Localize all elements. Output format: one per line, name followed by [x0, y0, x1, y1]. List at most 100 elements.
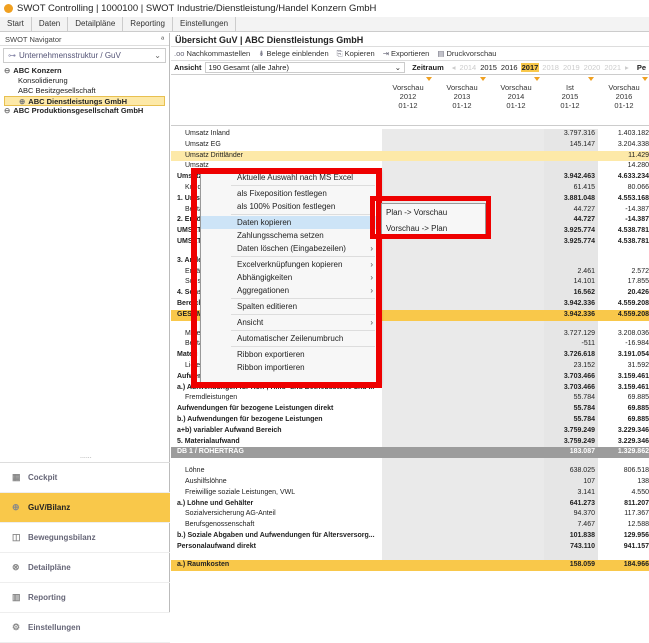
cell-empty[interactable]	[382, 139, 436, 151]
toolbar-button-0[interactable]: .oo Nachkommastellen	[174, 49, 250, 58]
cell-ist-2015[interactable]: -511	[544, 339, 598, 351]
menu-item-daten[interactable]: Daten	[32, 17, 69, 31]
tree-node[interactable]: ⊖ ABC Konzern	[4, 66, 165, 76]
cell-ist-2015[interactable]: 638.025	[544, 466, 598, 477]
cell-empty[interactable]	[490, 487, 544, 499]
cell-vorschau-2016[interactable]: 17.855	[598, 277, 649, 288]
cell-empty[interactable]	[382, 436, 436, 448]
cell-empty[interactable]	[382, 487, 436, 499]
cell-empty[interactable]	[382, 541, 436, 553]
cell-empty[interactable]	[490, 172, 544, 183]
cell-empty[interactable]	[382, 425, 436, 437]
menu-item-reporting[interactable]: Reporting	[123, 17, 173, 31]
cell-empty[interactable]	[382, 447, 436, 459]
structure-select[interactable]: ⊶ Unternehmensstruktur / GuV ⌄	[3, 48, 166, 63]
cell-empty[interactable]	[436, 277, 490, 289]
cell-vorschau-2016[interactable]: 3.159.461	[598, 372, 649, 383]
cell-empty[interactable]	[490, 277, 544, 289]
cell-empty[interactable]	[382, 404, 436, 415]
column-header[interactable]: Vorschau 2012 01-12	[382, 77, 434, 110]
cell-empty[interactable]	[382, 255, 436, 267]
context-item-aktuelle-auswahl-nach-ms-excel[interactable]: Aktuelle Auswahl nach MS Excel	[201, 171, 379, 184]
cell-vorschau-2016[interactable]: 31.592	[598, 361, 649, 372]
table-row[interactable]: 5. Materialaufwand 3.759.249 3.229.346	[171, 436, 649, 448]
cell-empty[interactable]	[436, 509, 490, 521]
cell-empty[interactable]	[436, 328, 490, 340]
cell-empty[interactable]	[382, 360, 436, 372]
table-row[interactable]: Aufwendungen für bezogene Leistungen dir…	[171, 404, 649, 415]
cell-ist-2015[interactable]: 3.726.618	[544, 350, 598, 361]
table-row[interactable]: a.) Löhne und Gehälter 641.273 811.207	[171, 498, 649, 510]
column-header[interactable]: Vorschau 2016 01-12	[598, 77, 649, 110]
cell-empty[interactable]	[382, 382, 436, 394]
cell-empty[interactable]	[436, 247, 490, 256]
tree-node[interactable]: ABC Besitzgesellschaft	[4, 86, 165, 96]
table-row[interactable]: Aushilfslöhne 107 138	[171, 476, 649, 488]
cell-empty[interactable]	[382, 266, 436, 278]
table-row[interactable]: Löhne 638.025 806.518	[171, 466, 649, 477]
cell-empty[interactable]	[382, 161, 436, 173]
year-2017[interactable]: 2017	[520, 63, 540, 72]
cell-empty[interactable]	[436, 382, 490, 394]
cell-empty[interactable]	[382, 328, 436, 340]
cell-vorschau-2016[interactable]: 811.207	[598, 499, 649, 510]
cell-empty[interactable]	[436, 320, 490, 329]
cell-empty[interactable]	[382, 298, 436, 310]
context-item-daten-l-schen-eingabezeilen-[interactable]: Daten löschen (Eingabezeilen) ›	[201, 242, 379, 255]
cell-empty[interactable]	[382, 236, 436, 248]
column-header[interactable]: Vorschau 2013 01-12	[436, 77, 488, 110]
cell-ist-2015[interactable]	[544, 161, 598, 173]
nav-detailplne[interactable]: ⊗ Detailpläne	[0, 553, 170, 583]
cell-empty[interactable]	[490, 360, 544, 372]
cell-vorschau-2016[interactable]: 2.572	[598, 267, 649, 278]
cell-vorschau-2016[interactable]	[598, 552, 649, 560]
cell-ist-2015[interactable]: 107	[544, 476, 598, 488]
cell-empty[interactable]	[382, 277, 436, 289]
cell-empty[interactable]	[490, 161, 544, 173]
cell-empty[interactable]	[436, 520, 490, 531]
menu-item-start[interactable]: Start	[0, 17, 32, 31]
context-item-spalten-editieren[interactable]: Spalten editieren	[201, 300, 379, 313]
cell-ist-2015[interactable]: 3.727.129	[544, 328, 598, 340]
cell-empty[interactable]	[436, 404, 490, 415]
cell-empty[interactable]	[382, 393, 436, 405]
cell-vorschau-2016[interactable]	[598, 321, 649, 329]
cell-empty[interactable]	[382, 458, 436, 467]
nav-reporting[interactable]: ▥ Reporting	[0, 583, 170, 613]
cell-ist-2015[interactable]	[544, 150, 598, 162]
cell-empty[interactable]	[490, 414, 544, 426]
context-item-ansicht[interactable]: Ansicht ›	[201, 316, 379, 329]
cell-empty[interactable]	[490, 436, 544, 448]
cell-empty[interactable]	[436, 552, 490, 561]
cell-empty[interactable]	[490, 266, 544, 278]
cell-ist-2015[interactable]: 16.562	[544, 288, 598, 299]
table-row[interactable]: Personalaufwand direkt 743.110 941.157	[171, 541, 649, 553]
year-2019[interactable]: 2019	[562, 63, 581, 72]
pin-icon[interactable]: ª	[161, 35, 164, 44]
cell-ist-2015[interactable]	[544, 552, 598, 561]
nav-cockpit[interactable]: ▦ Cockpit	[0, 463, 170, 493]
cell-empty[interactable]	[490, 255, 544, 267]
cell-empty[interactable]	[436, 530, 490, 542]
cell-empty[interactable]	[382, 247, 436, 256]
cell-vorschau-2016[interactable]: 3.191.054	[598, 350, 649, 361]
cell-ist-2015[interactable]: 23.152	[544, 360, 598, 372]
cell-ist-2015[interactable]	[544, 247, 598, 256]
cell-empty[interactable]	[436, 161, 490, 173]
cell-vorschau-2016[interactable]: 941.157	[598, 542, 649, 553]
cell-empty[interactable]	[490, 393, 544, 405]
cell-vorschau-2016[interactable]: 11.429	[598, 151, 649, 162]
cell-empty[interactable]	[490, 498, 544, 510]
year-2021[interactable]: 2021	[603, 63, 622, 72]
cell-empty[interactable]	[436, 309, 490, 321]
cell-vorschau-2016[interactable]: 4.633.234	[598, 172, 649, 183]
cell-vorschau-2016[interactable]: -14.387	[598, 215, 649, 226]
cell-empty[interactable]	[490, 552, 544, 561]
context-item-abh-ngigkeiten[interactable]: Abhängigkeiten ›	[201, 271, 379, 284]
cell-empty[interactable]	[382, 509, 436, 521]
cell-empty[interactable]	[382, 466, 436, 477]
cell-ist-2015[interactable]: 55.784	[544, 404, 598, 415]
cell-empty[interactable]	[436, 255, 490, 267]
cell-empty[interactable]	[382, 320, 436, 329]
cell-ist-2015[interactable]	[544, 255, 598, 267]
